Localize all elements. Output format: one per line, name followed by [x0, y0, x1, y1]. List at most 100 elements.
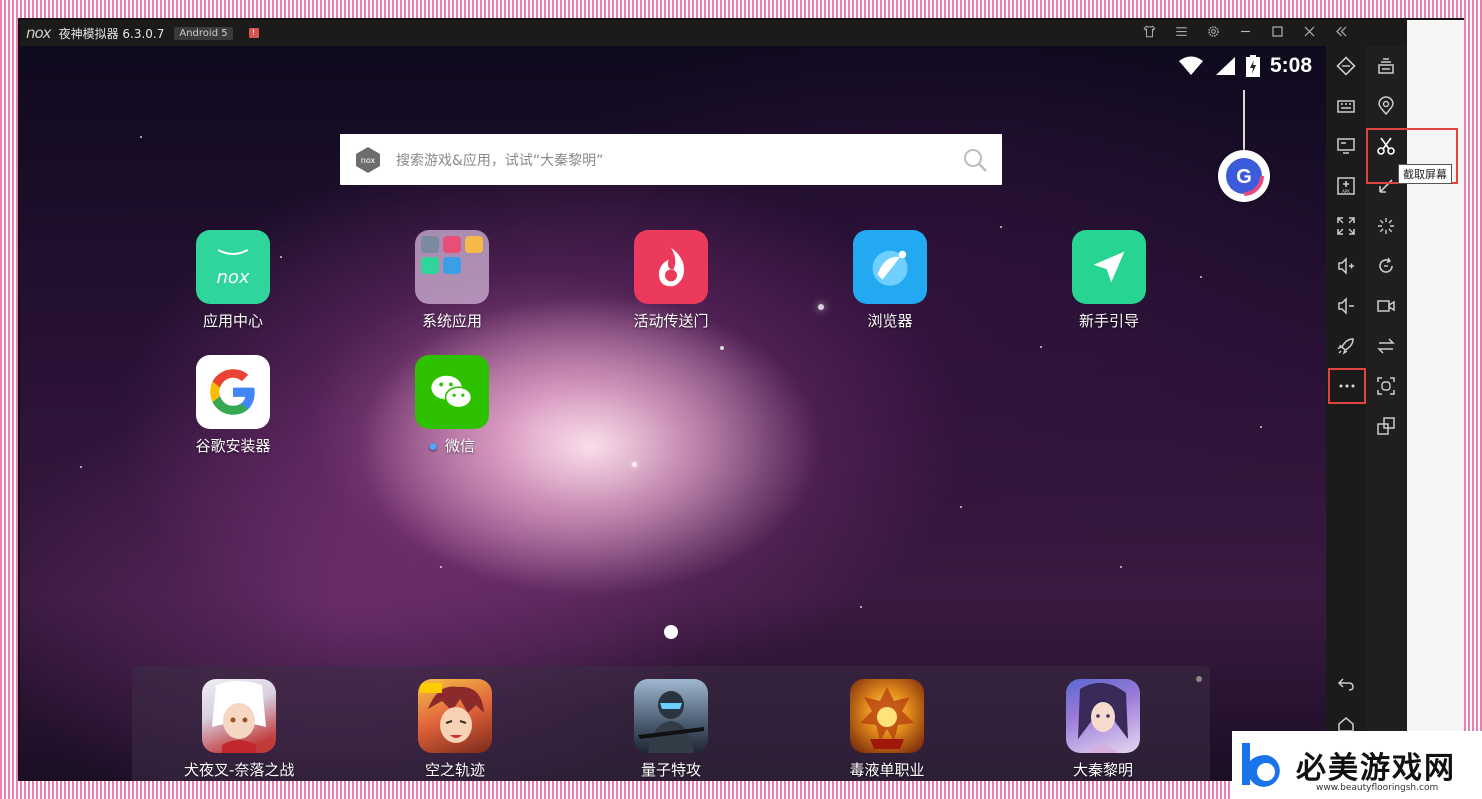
google-installer-icon [196, 355, 270, 429]
collapse-sidebar-icon[interactable] [1332, 24, 1350, 43]
side-top-strip [1366, 20, 1407, 46]
volume-down-icon [1338, 297, 1354, 315]
app-label: ● 微信 [429, 437, 475, 455]
app-system-folder[interactable]: 系统应用 [397, 230, 507, 331]
title-bar: nox 夜神模拟器 6.3.0.7 Android 5 ! [20, 20, 1366, 46]
nox-logo: nox [26, 24, 52, 42]
app-wechat[interactable]: ● 微信 [397, 355, 507, 456]
video-camera-icon [1377, 300, 1395, 312]
watermark-url: www.beautyflooringsh.com [1316, 783, 1439, 793]
wifi-icon [1178, 56, 1203, 75]
qin-dawn-game-icon [1066, 679, 1140, 753]
location-button[interactable] [1366, 90, 1406, 122]
back-button[interactable] [1326, 668, 1366, 700]
swap-arrows-icon [1377, 338, 1395, 354]
windows-overlap-icon [1377, 417, 1395, 435]
app-nox-center[interactable]: nox 应用中心 [178, 230, 288, 331]
android-version-badge: Android 5 [174, 26, 233, 40]
close-icon[interactable] [1300, 24, 1318, 43]
back-arrow-icon [1337, 678, 1354, 691]
app-label: 空之轨迹 [424, 761, 485, 779]
google-float-button[interactable]: G [1218, 150, 1270, 202]
display-button[interactable] [1326, 130, 1366, 162]
window-title: 夜神模拟器 6.3.0.7 [58, 26, 165, 41]
rocket-icon [1337, 338, 1354, 355]
app-label: 新手引导 [1078, 312, 1139, 330]
sync-button[interactable] [1366, 330, 1406, 362]
app-label: 量子特攻 [640, 761, 701, 779]
watermark-logo-icon [1242, 743, 1280, 787]
page-indicator-dot[interactable] [664, 625, 678, 639]
watermark-text: 必美游戏网 [1296, 751, 1456, 786]
settings-icon[interactable] [1204, 24, 1222, 43]
screenshot-tooltip: 截取屏幕 [1398, 164, 1452, 184]
more-button[interactable] [1328, 368, 1366, 404]
google-g-icon: G [1224, 156, 1264, 196]
loading-button[interactable] [1366, 210, 1406, 242]
diamond-rotate-icon [1336, 56, 1356, 76]
location-pin-icon [1378, 96, 1394, 116]
app-label: 浏览器 [867, 312, 913, 330]
app-label: 毒液单职业 [849, 761, 925, 779]
beginner-guide-icon [1072, 230, 1146, 304]
speedup-button[interactable] [1326, 330, 1366, 362]
search-bar[interactable]: nox 搜索游戏&应用，试试“大秦黎明” [340, 134, 1002, 185]
app-browser[interactable]: 浏览器 [835, 230, 945, 331]
dock-app-qin-dawn[interactable]: 大秦黎明 [1048, 679, 1158, 780]
install-apk-button[interactable]: APK [1326, 170, 1366, 202]
dock-app-inuyasha[interactable]: 犬夜叉-奈落之战 [184, 679, 294, 780]
battery-charging-icon [1245, 55, 1260, 77]
svg-text:G: G [1236, 166, 1252, 188]
volume-up-icon [1338, 257, 1354, 275]
theme-shirt-icon[interactable] [1140, 24, 1158, 43]
search-input[interactable]: 搜索游戏&应用，试试“大秦黎明” [396, 150, 962, 170]
trails-game-icon [418, 679, 492, 753]
wechat-icon [415, 355, 489, 429]
alert-icon[interactable]: ! [248, 28, 259, 38]
volume-up-button[interactable] [1326, 250, 1366, 282]
menu-icon[interactable] [1172, 24, 1190, 43]
scan-button[interactable] [1366, 370, 1406, 402]
search-icon[interactable] [962, 147, 988, 173]
nox-app-center-icon: nox [196, 230, 270, 304]
app-event-portal[interactable]: 活动传送门 [616, 230, 726, 331]
android-screen[interactable]: 5:08 nox 搜索游戏&应用，试试“大秦黎明” G nox 应用中心 系统应… [20, 46, 1326, 781]
app-beginner-guide[interactable]: 新手引导 [1054, 230, 1164, 331]
dock-app-quantum[interactable]: 量子特攻 [616, 679, 726, 780]
rotate-button[interactable] [1366, 250, 1406, 282]
volume-down-button[interactable] [1326, 290, 1366, 322]
signal-icon [1215, 57, 1235, 75]
watermark: 必美游戏网 www.beautyflooringsh.com [1232, 731, 1482, 799]
google-float-tether [1243, 90, 1245, 150]
keyboard-mapping-button[interactable] [1326, 90, 1366, 122]
monitor-icon [1337, 138, 1355, 154]
app-label: 应用中心 [202, 312, 263, 330]
dock-app-venom[interactable]: 毒液单职业 [832, 679, 942, 780]
maximize-icon[interactable] [1268, 24, 1286, 43]
fullscreen-icon [1337, 217, 1355, 235]
app-label: 系统应用 [421, 312, 482, 330]
clock: 5:08 [1269, 54, 1312, 77]
stack-icon [1378, 58, 1394, 74]
record-video-button[interactable] [1366, 290, 1406, 322]
svg-text:APK: APK [1342, 189, 1350, 194]
shake-button[interactable] [1326, 50, 1366, 82]
inuyasha-game-icon [202, 679, 276, 753]
scan-frame-icon [1377, 377, 1395, 395]
spinner-icon [1378, 218, 1394, 234]
minimize-icon[interactable] [1236, 24, 1254, 43]
browser-icon [853, 230, 927, 304]
keyboard-icon [1337, 100, 1355, 113]
refresh-icon [1379, 257, 1393, 273]
fullscreen-button[interactable] [1326, 210, 1366, 242]
multi-instance-button[interactable] [1366, 50, 1406, 82]
quantum-game-icon [634, 679, 708, 753]
side-toolbar-primary: APK [1326, 46, 1366, 781]
event-portal-icon [634, 230, 708, 304]
app-label: 大秦黎明 [1072, 761, 1133, 779]
dock-app-trails[interactable]: 空之轨迹 [400, 679, 510, 780]
more-dots-icon [1339, 384, 1355, 388]
app-google-installer[interactable]: 谷歌安装器 [178, 355, 288, 456]
multi-window-button[interactable] [1366, 410, 1406, 442]
status-bar: 5:08 [1178, 54, 1312, 78]
